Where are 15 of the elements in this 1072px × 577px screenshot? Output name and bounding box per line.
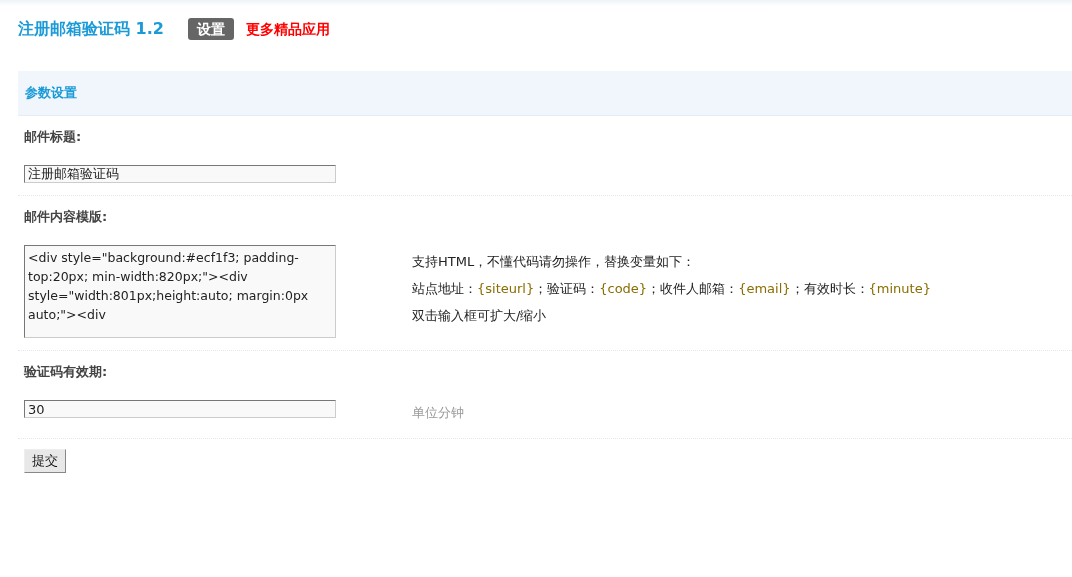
hint-text: 双击输入框可扩大/缩小 bbox=[412, 307, 548, 325]
nav-tab[interactable]: 更多精品应用 bbox=[236, 17, 339, 40]
template-textarea[interactable]: <div style="background:#ecf1f3; padding-top:20px; min-width:820px;"><div style="width:801px;height:auto; margin:0px auto;"><div bbox=[24, 245, 336, 338]
unit-note: 单位分钟 bbox=[412, 404, 464, 422]
submit-button[interactable]: 提交 bbox=[24, 449, 66, 473]
app-title: 注册邮箱验证码 1.2 bbox=[18, 18, 164, 40]
field-label: 邮件标题: bbox=[24, 128, 83, 146]
hint-text: 站点地址：{siteurl}；验证码：{code}；收件人邮箱：{email}；有效时长：{minute} bbox=[412, 280, 931, 298]
field-label: 邮件内容模版: bbox=[24, 208, 109, 226]
nav-tab[interactable]: 设置 bbox=[187, 17, 234, 40]
section-header: 参数设置 bbox=[18, 71, 1072, 116]
text-field[interactable]: 注册邮箱验证码 bbox=[24, 165, 336, 183]
field-label: 验证码有效期: bbox=[24, 363, 109, 381]
hint-text: 支持HTML，不懂代码请勿操作，替换变量如下： bbox=[412, 253, 697, 271]
text-field[interactable]: 30 bbox=[24, 400, 336, 418]
